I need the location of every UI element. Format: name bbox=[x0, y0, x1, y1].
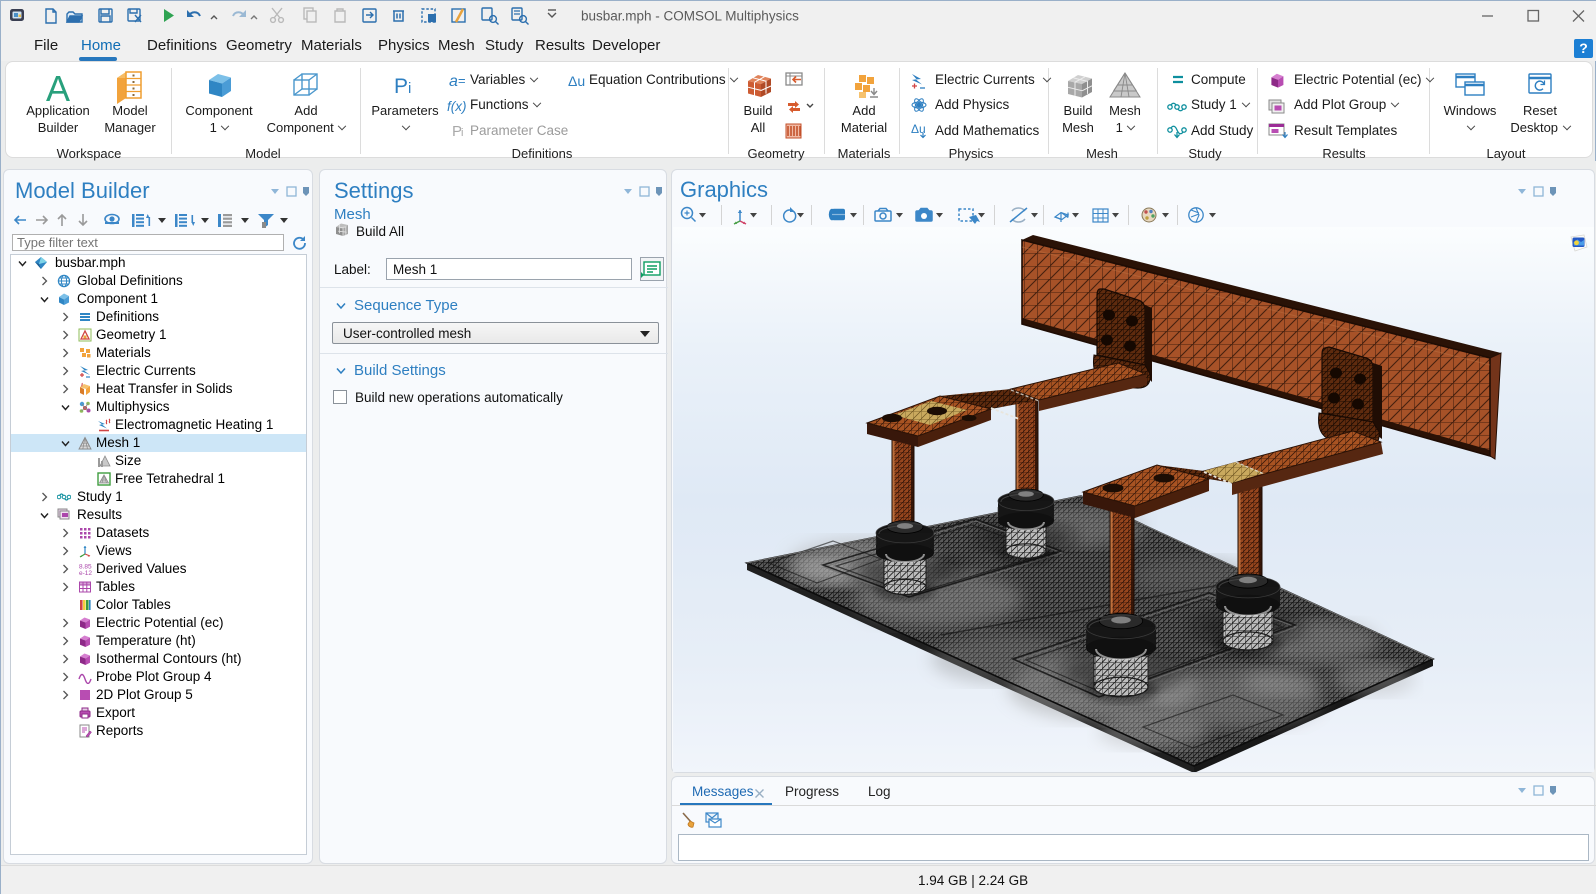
svg-text:i: i bbox=[461, 127, 463, 139]
svg-text:Δu: Δu bbox=[568, 73, 585, 89]
svg-text:f(x): f(x) bbox=[447, 99, 467, 114]
svg-text:e-12: e-12 bbox=[79, 570, 92, 576]
svg-text:i: i bbox=[408, 80, 411, 97]
svg-text:a: a bbox=[449, 73, 458, 90]
svg-text:busbar.mph - COMSOL Multiphysi: busbar.mph - COMSOL Multiphysics bbox=[581, 9, 799, 24]
svg-text:P: P bbox=[394, 75, 408, 98]
svg-text:=: = bbox=[458, 73, 466, 88]
